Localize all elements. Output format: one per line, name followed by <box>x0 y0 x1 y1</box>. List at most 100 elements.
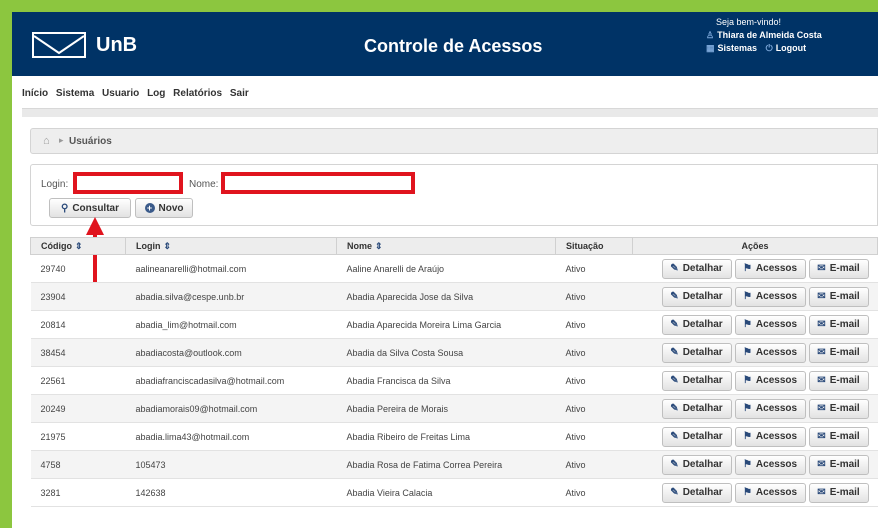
cell-login: abadiacosta@outlook.com <box>125 338 337 367</box>
cell-acoes: ✎ Detalhar ⚑ Acessos ✉ E-mail <box>632 394 878 423</box>
page-title: Controle de Acessos <box>364 36 543 56</box>
table-row: 21975 abadia.lima43@hotmail.com Abadia Rib… <box>30 422 878 451</box>
cell-codigo: 3281 <box>30 478 126 507</box>
detalhar-button[interactable]: ✎ Detalhar <box>661 342 732 363</box>
cell-codigo: 20814 <box>30 310 126 339</box>
cell-situacao: Ativo <box>555 422 633 451</box>
cell-situacao: Ativo <box>555 450 633 479</box>
cell-codigo: 29740 <box>30 254 126 283</box>
cell-situacao: Ativo <box>555 254 633 283</box>
flag-icon: ⚑ <box>742 431 752 442</box>
acessos-button[interactable]: ⚑ Acessos <box>734 426 806 447</box>
novo-button[interactable]: + Novo <box>135 198 193 218</box>
menu-item-sair[interactable]: Sair <box>230 88 249 99</box>
cell-situacao: Ativo <box>555 366 633 395</box>
cell-login: abadia.silva@cespe.unb.br <box>125 282 337 311</box>
detalhar-button[interactable]: ✎ Detalhar <box>661 482 732 503</box>
cell-nome: Abadia Vieira Calacia <box>336 478 556 507</box>
acessos-button[interactable]: ⚑ Acessos <box>734 454 806 475</box>
detalhar-button[interactable]: ✎ Detalhar <box>661 286 732 307</box>
detalhar-button[interactable]: ✎ Detalhar <box>661 314 732 335</box>
logout-link[interactable]: ⏻ Logout <box>766 43 807 53</box>
detalhar-button[interactable]: ✎ Detalhar <box>661 454 732 475</box>
envelope-icon: ✉ <box>817 319 826 330</box>
flag-icon: ⚑ <box>742 459 752 470</box>
email-button[interactable]: ✉ E-mail <box>808 286 869 307</box>
acessos-button[interactable]: ⚑ Acessos <box>734 314 806 335</box>
systems-link[interactable]: ▦ Sistemas <box>706 43 757 53</box>
search-icon: ⚲ <box>61 202 69 214</box>
email-button[interactable]: ✉ E-mail <box>808 426 869 447</box>
cell-acoes: ✎ Detalhar ⚑ Acessos ✉ E-mail <box>632 422 878 451</box>
menu-item-log[interactable]: Log <box>147 88 165 99</box>
app-window: UnB Controle de Acessos Seja bem-vindo! … <box>12 12 878 528</box>
detalhar-button[interactable]: ✎ Detalhar <box>661 370 732 391</box>
cell-acoes: ✎ Detalhar ⚑ Acessos ✉ E-mail <box>632 338 878 367</box>
cell-codigo: 38454 <box>30 338 126 367</box>
detalhar-button[interactable]: ✎ Detalhar <box>661 426 732 447</box>
cell-codigo: 22561 <box>30 366 126 395</box>
pencil-icon: ✎ <box>670 431 679 442</box>
sort-icon: ⇕ <box>375 240 383 251</box>
detalhar-button[interactable]: ✎ Detalhar <box>661 398 732 419</box>
name-field[interactable] <box>221 172 415 194</box>
home-icon[interactable]: ⌂ <box>43 135 50 147</box>
pencil-icon: ✎ <box>670 291 679 302</box>
annotation-arrow-head <box>86 217 104 235</box>
email-button[interactable]: ✉ E-mail <box>808 342 869 363</box>
search-panel: Login: Nome: ⚲ Consultar + Novo <box>30 164 878 226</box>
cell-situacao: Ativo <box>555 310 633 339</box>
cell-situacao: Ativo <box>555 338 633 367</box>
pencil-icon: ✎ <box>670 347 679 358</box>
table-row: 3281 142638 Abadia Vieira Calacia Ativo ✎ Det… <box>30 478 878 507</box>
col-login[interactable]: Login ⇕ <box>125 237 337 255</box>
col-acoes: Ações <box>632 237 878 255</box>
email-button[interactable]: ✉ E-mail <box>808 482 869 503</box>
acessos-button[interactable]: ⚑ Acessos <box>734 398 806 419</box>
name-label: Nome: <box>189 179 219 190</box>
acessos-button[interactable]: ⚑ Acessos <box>734 258 806 279</box>
table-row: 22561 abadiafranciscadasilva@hotmail.com A… <box>30 366 878 395</box>
email-button[interactable]: ✉ E-mail <box>808 314 869 335</box>
cell-situacao: Ativo <box>555 282 633 311</box>
envelope-icon: ✉ <box>817 487 826 498</box>
cell-codigo: 20249 <box>30 394 126 423</box>
acessos-button[interactable]: ⚑ Acessos <box>734 370 806 391</box>
cell-nome: Abadia da Silva Costa Sousa <box>336 338 556 367</box>
email-button[interactable]: ✉ E-mail <box>808 398 869 419</box>
menu-item-usuario[interactable]: Usuario <box>102 88 139 99</box>
col-nome[interactable]: Nome ⇕ <box>336 237 556 255</box>
login-field[interactable] <box>73 172 183 194</box>
acessos-button[interactable]: ⚑ Acessos <box>734 286 806 307</box>
acessos-button[interactable]: ⚑ Acessos <box>734 342 806 363</box>
menu-item-sistema[interactable]: Sistema <box>56 88 94 99</box>
grid-icon: ▦ <box>706 43 715 53</box>
email-button[interactable]: ✉ E-mail <box>808 258 869 279</box>
main-menu: Início Sistema Usuario Log Relatórios Sa… <box>22 88 254 99</box>
breadcrumb: ⌂ ▸ Usuários <box>30 128 878 154</box>
login-label: Login: <box>41 179 69 190</box>
col-codigo[interactable]: Código ⇕ <box>30 237 126 255</box>
cell-acoes: ✎ Detalhar ⚑ Acessos ✉ E-mail <box>632 478 878 507</box>
cell-acoes: ✎ Detalhar ⚑ Acessos ✉ E-mail <box>632 310 878 339</box>
sort-icon: ⇕ <box>75 240 83 251</box>
table-row: 20249 abadiamorais09@hotmail.com Abadia Pe… <box>30 394 878 423</box>
pencil-icon: ✎ <box>670 319 679 330</box>
cell-nome: Abadia Francisca da Silva <box>336 366 556 395</box>
email-button[interactable]: ✉ E-mail <box>808 370 869 391</box>
header-bar: UnB Controle de Acessos Seja bem-vindo! … <box>12 12 878 76</box>
cell-login: abadia.lima43@hotmail.com <box>125 422 337 451</box>
cell-situacao: Ativo <box>555 478 633 507</box>
cell-login: 142638 <box>125 478 337 507</box>
cell-login: abadiamorais09@hotmail.com <box>125 394 337 423</box>
acessos-button[interactable]: ⚑ Acessos <box>734 482 806 503</box>
menu-item-relatorios[interactable]: Relatórios <box>173 88 222 99</box>
menu-item-inicio[interactable]: Início <box>22 88 48 99</box>
cell-acoes: ✎ Detalhar ⚑ Acessos ✉ E-mail <box>632 254 878 283</box>
detalhar-button[interactable]: ✎ Detalhar <box>661 258 732 279</box>
flag-icon: ⚑ <box>742 375 752 386</box>
consultar-button[interactable]: ⚲ Consultar <box>49 198 131 218</box>
email-button[interactable]: ✉ E-mail <box>808 454 869 475</box>
unb-logo-icon <box>32 32 86 58</box>
cell-nome: Aaline Anarelli de Araújo <box>336 254 556 283</box>
